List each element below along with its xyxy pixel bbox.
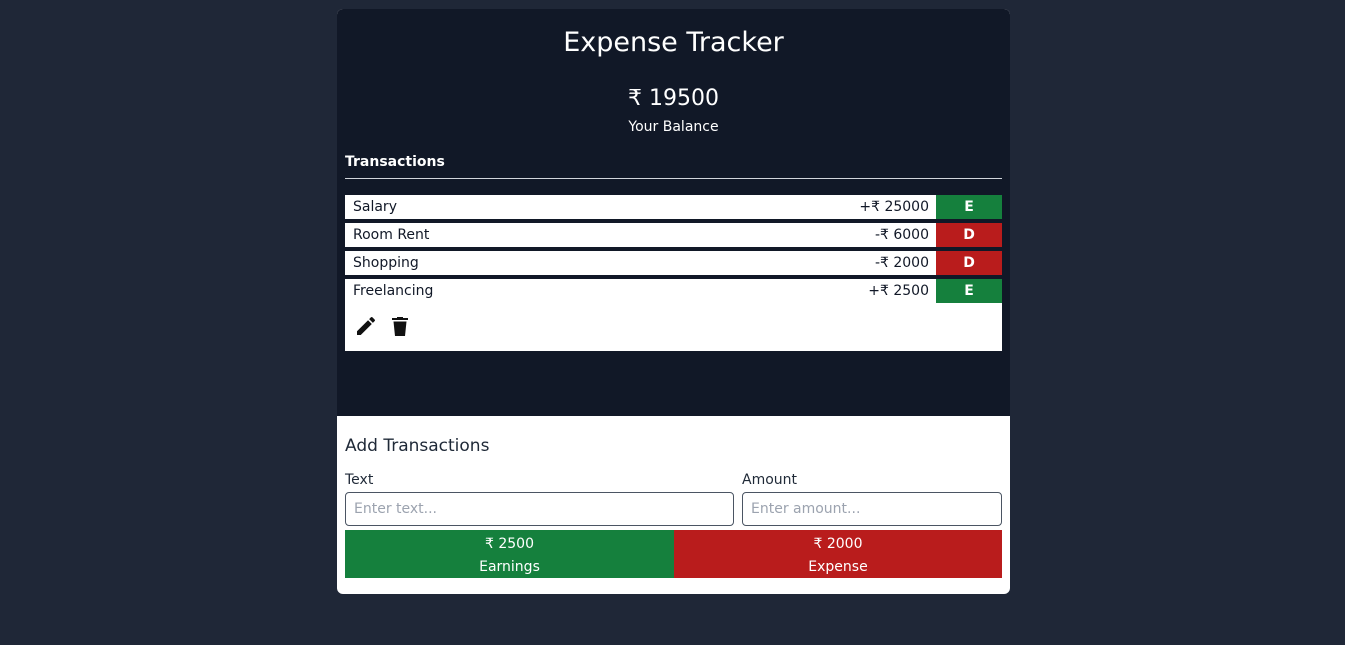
transaction-row[interactable]: Salary +₹ 25000 E [345,195,1002,219]
trash-icon[interactable] [388,314,412,338]
expense-label: Expense [808,559,868,575]
transaction-name: Freelancing [353,283,434,299]
app-title: Expense Tracker [563,27,784,58]
transaction-amount: +₹ 25000 [859,199,929,215]
transaction-name: Salary [353,199,397,215]
transaction-row[interactable]: Room Rent -₹ 6000 D [345,223,1002,247]
transaction-type-badge: D [936,223,1002,247]
transaction-type-badge: E [936,195,1002,219]
transaction-amount: +₹ 2500 [868,283,929,299]
transaction-type-badge: E [936,279,1002,303]
pencil-icon[interactable] [354,314,378,338]
amount-field-label: Amount [742,472,798,488]
transaction-type-badge: D [936,251,1002,275]
expense-summary[interactable]: ₹ 2000 Expense [674,530,1002,578]
transactions-heading: Transactions [345,154,445,170]
transaction-row-expanded[interactable]: Freelancing +₹ 2500 E [345,279,1002,351]
transaction-name: Shopping [353,255,419,271]
text-field-label: Text [345,472,374,488]
balance-label: Your Balance [628,119,719,135]
expense-tracker-card: Expense Tracker ₹ 19500 Your Balance Tra… [337,9,1010,594]
balance-amount: ₹ 19500 [628,86,719,111]
amount-input[interactable] [742,492,1002,526]
transaction-row[interactable]: Shopping -₹ 2000 D [345,251,1002,275]
earnings-value: ₹ 2500 [485,536,534,552]
transaction-amount: -₹ 6000 [874,227,929,243]
expense-value: ₹ 2000 [813,536,863,552]
transaction-name: Room Rent [353,227,430,243]
add-transactions-heading: Add Transactions [345,436,490,456]
text-input[interactable] [345,492,734,526]
transaction-actions [354,314,412,338]
balance-panel: Expense Tracker ₹ 19500 Your Balance Tra… [337,9,1010,416]
transactions-divider [345,178,1002,179]
earnings-summary[interactable]: ₹ 2500 Earnings [345,530,674,578]
transaction-amount: -₹ 2000 [874,255,929,271]
earnings-label: Earnings [479,559,540,575]
